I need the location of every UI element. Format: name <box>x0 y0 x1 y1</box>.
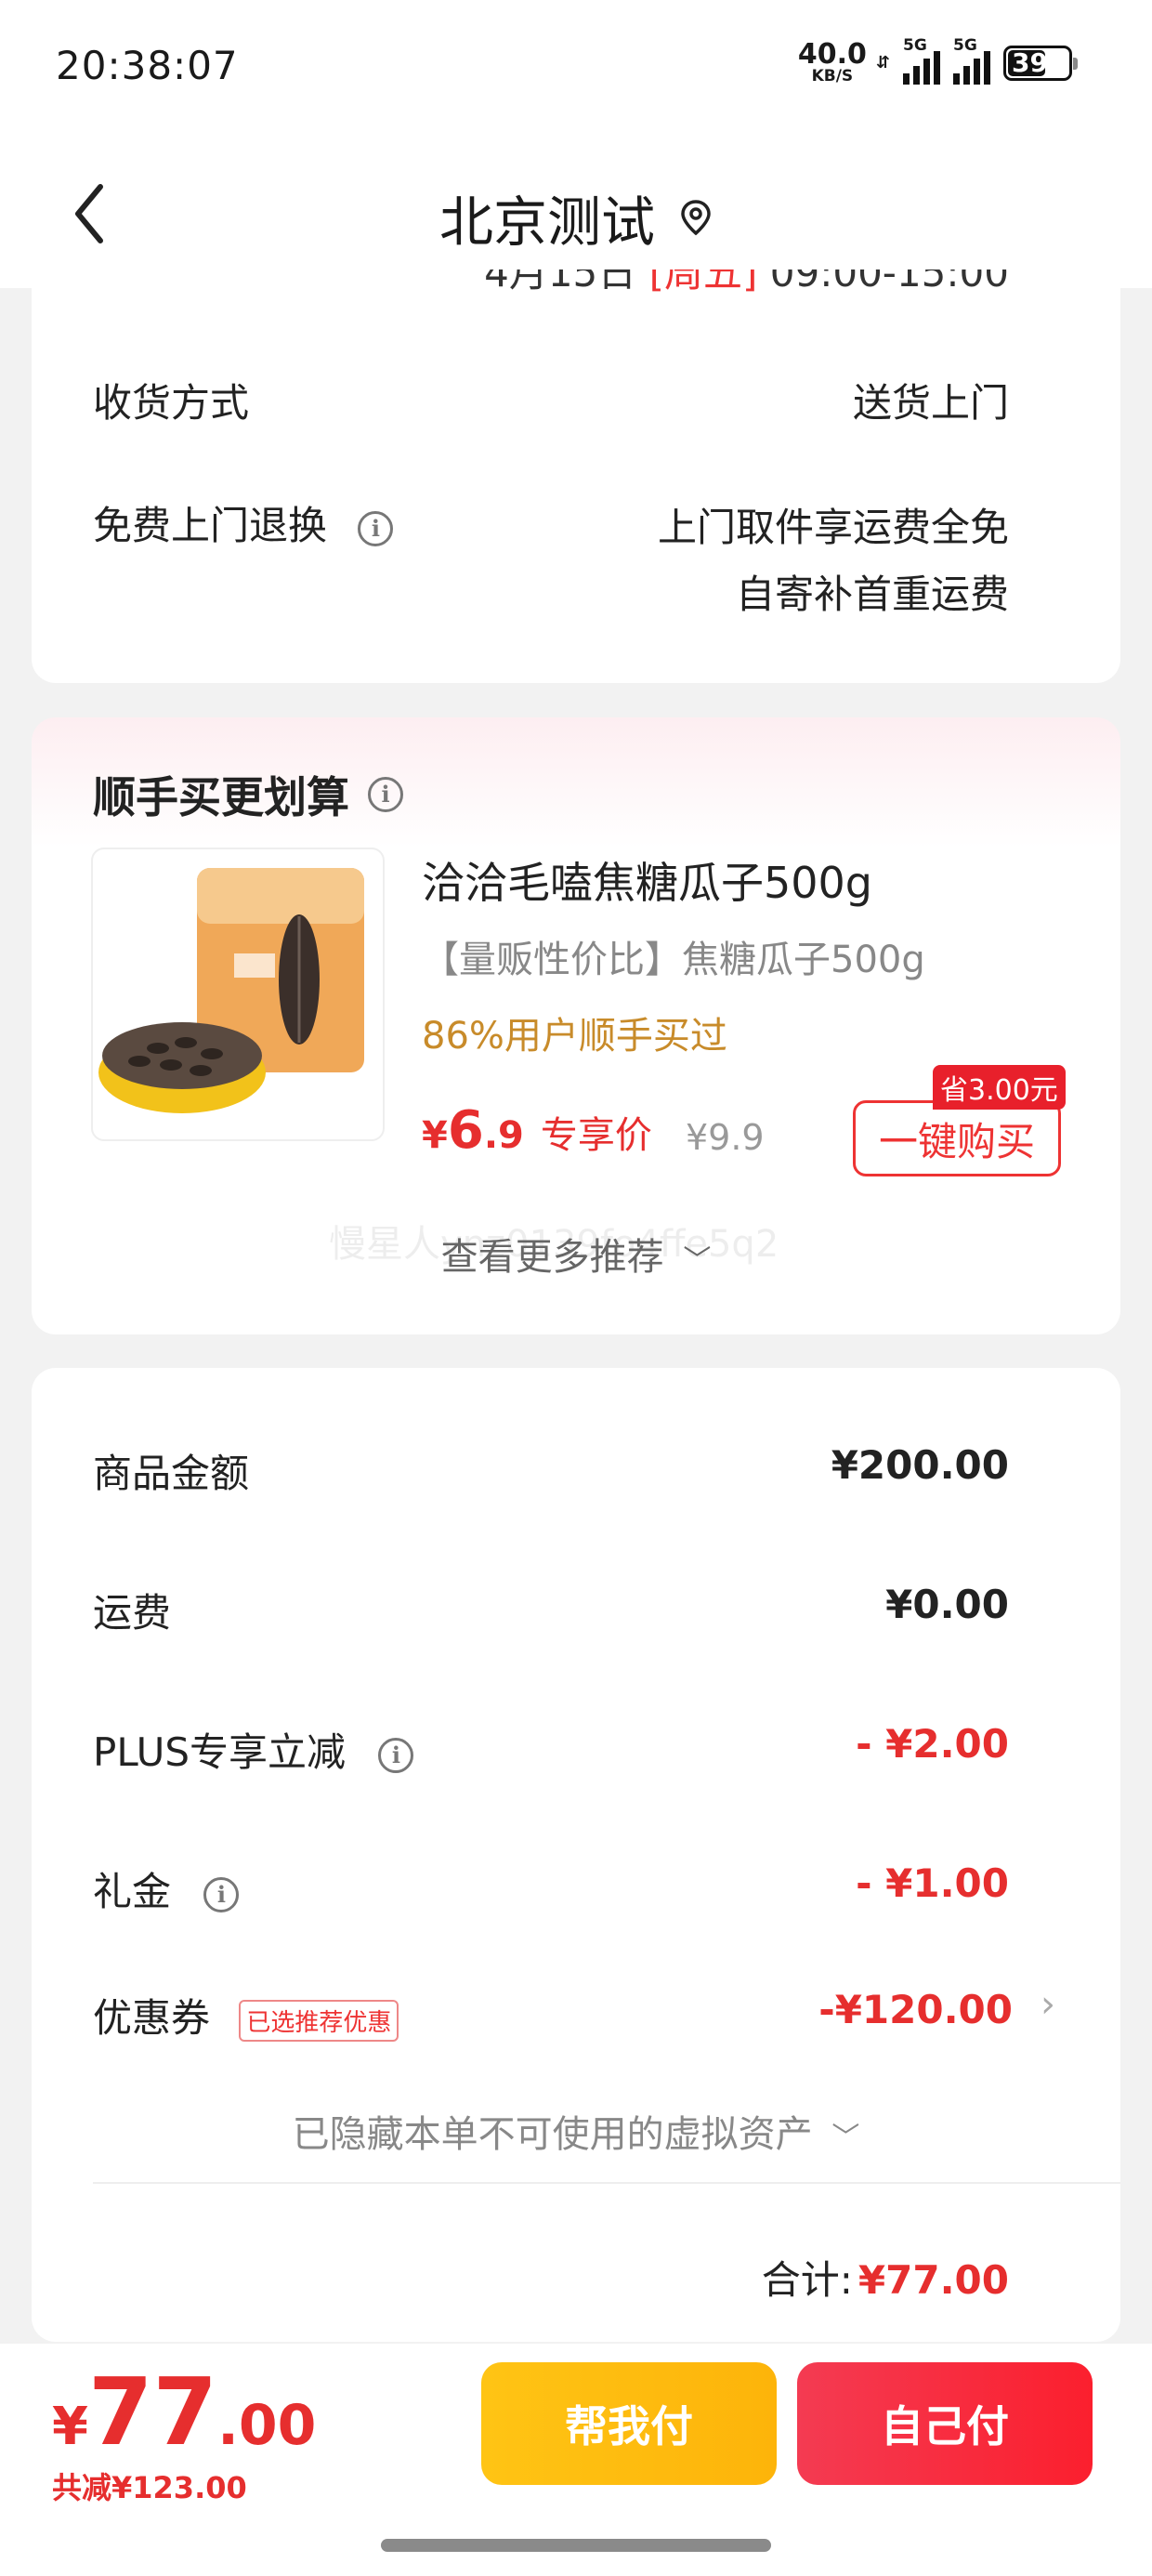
status-bar: 20:38:07 40.0 KB/S ⇵ 5G 5G 39 <box>0 0 1152 139</box>
hidden-assets-label: 已隐藏本单不可使用的虚拟资产 <box>292 2113 813 2156</box>
coupon-value[interactable]: -¥120.00 <box>818 1987 1013 2032</box>
divider <box>93 2182 1120 2184</box>
data-transfer-icon: ⇵ <box>875 53 890 72</box>
plus-discount-row: PLUS专享立减 i <box>93 1721 414 1778</box>
goods-amount-label: 商品金额 <box>93 1451 250 1496</box>
delivery-time-clipped: 4月15日 [周五] 09:00-15:00 <box>484 269 1009 298</box>
network-speed-value: 40.0 <box>797 38 867 71</box>
delivery-method-label: 收货方式 <box>93 380 250 426</box>
product-price: ¥ 6 .9 专享价 <box>422 1100 652 1161</box>
info-icon[interactable]: i <box>368 777 403 812</box>
sim1-label: 5G <box>903 35 927 55</box>
view-more-recommendations[interactable]: 查看更多推荐 ﹀ <box>32 1227 1120 1281</box>
info-icon[interactable]: i <box>358 510 394 546</box>
total-label: 合计: <box>761 2257 853 2303</box>
order-summary-card: 商品金额 ¥200.00 运费 ¥0.00 PLUS专享立减 i - ¥2.00… <box>32 1368 1120 2342</box>
signal-icon-2: 5G <box>953 36 990 85</box>
delivery-date: 4月15日 <box>484 269 649 296</box>
free-return-value-2: 自寄补首重运费 <box>735 572 1009 617</box>
delivery-method-value: 送货上门 <box>852 380 1009 426</box>
total-value: ¥77.00 <box>857 2257 1009 2303</box>
info-icon[interactable]: i <box>203 1876 240 1912</box>
page-title-text: 北京测试 <box>439 191 655 254</box>
one-click-buy-button[interactable]: 一键购买 <box>853 1100 1061 1176</box>
status-time: 20:38:07 <box>56 43 239 88</box>
coupon-row[interactable]: 优惠券 已选推荐优惠 <box>93 1987 399 2044</box>
gift-row: 礼金 i <box>93 1860 240 1917</box>
checkout-currency: ¥ <box>52 2397 88 2457</box>
battery-icon: 39 <box>1003 45 1078 81</box>
total-saved[interactable]: 共减¥123.00 <box>52 2464 247 2507</box>
free-return-label: 免费上门退换 <box>93 503 328 548</box>
free-return-value-1: 上门取件享运费全免 <box>657 505 1009 550</box>
free-return-value: 上门取件享运费全免 自寄补首重运费 <box>658 494 1009 628</box>
network-speed-unit: KB/S <box>811 67 854 85</box>
price-currency: ¥ <box>422 1114 448 1157</box>
shipping-value: ¥0.00 <box>885 1582 1009 1627</box>
gift-value: - ¥1.00 <box>856 1860 1009 1906</box>
delivery-weekday: [周五] <box>648 269 758 296</box>
status-indicators: 40.0 KB/S ⇵ 5G 5G 39 <box>798 36 1078 85</box>
delivery-time-window: 09:00-15:00 <box>757 269 1009 296</box>
info-icon[interactable]: i <box>378 1737 414 1773</box>
price-label: 专享价 <box>540 1114 652 1157</box>
price-integer: 6 <box>447 1100 484 1161</box>
location-pin-icon <box>679 199 713 236</box>
nav-bar: 北京测试 <box>0 139 1152 288</box>
plus-discount-label: PLUS专享立减 <box>93 1729 347 1775</box>
product-title[interactable]: 洽洽毛嗑焦糖瓜子500g <box>422 849 872 911</box>
coupon-recommended-tag: 已选推荐优惠 <box>239 2000 399 2042</box>
hidden-assets-toggle[interactable]: 已隐藏本单不可使用的虚拟资产 ﹀ <box>32 2104 1120 2158</box>
view-more-label: 查看更多推荐 <box>440 1236 664 1279</box>
product-tag: 86%用户顺手买过 <box>422 1015 727 1058</box>
original-price: ¥9.9 <box>686 1117 765 1158</box>
addon-heading: 顺手买更划算 i <box>93 764 403 825</box>
checkout-price: ¥ 77 .00 <box>52 2366 316 2459</box>
pay-myself-button[interactable]: 自己付 <box>797 2362 1093 2485</box>
chevron-down-icon: ﹀ <box>831 2122 860 2154</box>
price-decimal: .9 <box>483 1114 524 1157</box>
help-me-pay-button[interactable]: 帮我付 <box>481 2362 777 2485</box>
sim2-label: 5G <box>953 35 977 55</box>
chevron-down-icon: ﹀ <box>683 1244 712 1277</box>
addon-heading-text: 顺手买更划算 <box>93 772 349 822</box>
page-title[interactable]: 北京测试 <box>0 178 1152 256</box>
product-image[interactable] <box>91 848 385 1141</box>
free-return-row: 免费上门退换 i <box>93 494 394 551</box>
shipping-label: 运费 <box>93 1590 172 1636</box>
plus-discount-value: - ¥2.00 <box>856 1721 1009 1767</box>
goods-amount-value: ¥200.00 <box>831 1442 1009 1488</box>
signal-icon: 5G <box>903 36 940 85</box>
battery-level: 39 <box>1012 47 1048 78</box>
delivery-card: 4月15日 [周五] 09:00-15:00 收货方式 送货上门 免费上门退换 … <box>32 269 1120 683</box>
addon-card: 顺手买更划算 i 洽洽毛嗑焦糖瓜子500g 【量贩性价比】焦糖瓜子500g 86… <box>32 717 1120 1334</box>
save-badge: 省3.00元 <box>933 1065 1066 1110</box>
gift-label: 礼金 <box>93 1869 172 1914</box>
coupon-label: 优惠券 <box>93 1995 211 2041</box>
product-subtitle: 【量贩性价比】焦糖瓜子500g <box>422 939 925 981</box>
network-speed: 40.0 KB/S <box>798 41 867 85</box>
checkout-price-integer: 77 <box>87 2358 218 2466</box>
total-row: 合计: ¥77.00 <box>762 2249 1009 2306</box>
home-indicator[interactable] <box>381 2539 771 2552</box>
checkout-price-decimal: .00 <box>217 2393 317 2458</box>
chevron-right-icon[interactable]: › <box>1041 1983 1055 2026</box>
